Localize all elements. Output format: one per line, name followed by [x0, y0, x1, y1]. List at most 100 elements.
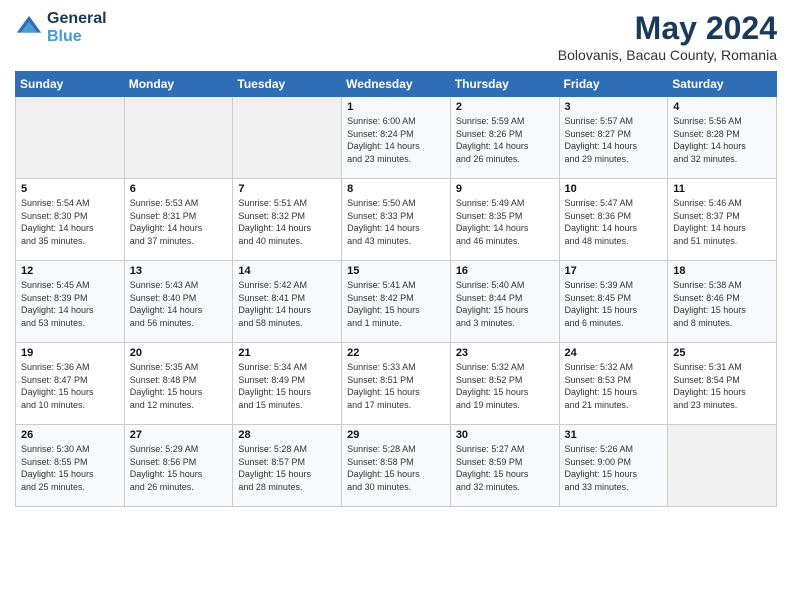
day-number: 28: [238, 429, 336, 441]
calendar-cell: 29Sunrise: 5:28 AM Sunset: 8:58 PM Dayli…: [342, 425, 451, 507]
main-title: May 2024: [558, 10, 777, 47]
cell-text: Sunrise: 5:28 AM Sunset: 8:57 PM Dayligh…: [238, 443, 336, 493]
day-number: 10: [565, 183, 663, 195]
cell-text: Sunrise: 5:56 AM Sunset: 8:28 PM Dayligh…: [673, 115, 771, 165]
cell-text: Sunrise: 5:32 AM Sunset: 8:53 PM Dayligh…: [565, 361, 663, 411]
cell-text: Sunrise: 5:42 AM Sunset: 8:41 PM Dayligh…: [238, 279, 336, 329]
cell-text: Sunrise: 5:51 AM Sunset: 8:32 PM Dayligh…: [238, 197, 336, 247]
calendar-cell: 26 Sunrise: 5:30 AM Sunset: 8:55 PM Dayli…: [16, 425, 125, 507]
cell-text: Sunrise: 5:31 AM Sunset: 8:54 PM Dayligh…: [673, 361, 771, 411]
cell-text: Sunrise: 5:59 AM Sunset: 8:26 PM Dayligh…: [456, 115, 554, 165]
calendar-cell: 7Sunrise: 5:51 AM Sunset: 8:32 PM Daylig…: [233, 179, 342, 261]
calendar-cell: 27 Sunrise: 5:29 AM Sunset: 8:56 PM Dayli…: [124, 425, 233, 507]
day-number: 22: [347, 347, 445, 359]
calendar-cell: 17 Sunrise: 5:39 AM Sunset: 8:45 PM Dayli…: [559, 261, 668, 343]
logo-icon: [15, 14, 43, 42]
day-number: 31: [565, 429, 663, 441]
calendar-cell: 25 Sunrise: 5:31 AM Sunset: 8:54 PM Dayli…: [668, 343, 777, 425]
day-number: 13: [130, 265, 228, 277]
header: General Blue May 2024 Bolovanis, Bacau C…: [15, 10, 777, 63]
day-number: 30: [456, 429, 554, 441]
calendar-week-5: 26 Sunrise: 5:30 AM Sunset: 8:55 PM Dayli…: [16, 425, 777, 507]
cell-text: Sunrise: 5:57 AM Sunset: 8:27 PM Dayligh…: [565, 115, 663, 165]
calendar-cell: 23 Sunrise: 5:32 AM Sunset: 8:52 PM Dayli…: [450, 343, 559, 425]
cell-text: Sunrise: 5:33 AM Sunset: 8:51 PM Dayligh…: [347, 361, 445, 411]
day-header-friday: Friday: [559, 72, 668, 97]
day-number: 24: [565, 347, 663, 359]
calendar-cell: [16, 97, 125, 179]
cell-text: Sunrise: 5:45 AM Sunset: 8:39 PM Dayligh…: [21, 279, 119, 329]
calendar: SundayMondayTuesdayWednesdayThursdayFrid…: [15, 71, 777, 507]
cell-text: Sunrise: 5:34 AM Sunset: 8:49 PM Dayligh…: [238, 361, 336, 411]
day-number: 9: [456, 183, 554, 195]
day-header-sunday: Sunday: [16, 72, 125, 97]
calendar-cell: 31 Sunrise: 5:26 AM Sunset: 9:00 PM Dayli…: [559, 425, 668, 507]
cell-text: Sunrise: 5:29 AM Sunset: 8:56 PM Dayligh…: [130, 443, 228, 493]
calendar-cell: 15 Sunrise: 5:41 AM Sunset: 8:42 PM Dayli…: [342, 261, 451, 343]
day-number: 16: [456, 265, 554, 277]
calendar-cell: 9 Sunrise: 5:49 AM Sunset: 8:35 PM Daylig…: [450, 179, 559, 261]
day-number: 26: [21, 429, 119, 441]
calendar-week-3: 12Sunrise: 5:45 AM Sunset: 8:39 PM Dayli…: [16, 261, 777, 343]
subtitle: Bolovanis, Bacau County, Romania: [558, 47, 777, 63]
calendar-week-2: 5 Sunrise: 5:54 AM Sunset: 8:30 PM Daylig…: [16, 179, 777, 261]
calendar-cell: [668, 425, 777, 507]
cell-text: Sunrise: 5:41 AM Sunset: 8:42 PM Dayligh…: [347, 279, 445, 329]
day-number: 11: [673, 183, 771, 195]
calendar-cell: 22 Sunrise: 5:33 AM Sunset: 8:51 PM Dayli…: [342, 343, 451, 425]
day-number: 23: [456, 347, 554, 359]
day-number: 14: [238, 265, 336, 277]
title-block: May 2024 Bolovanis, Bacau County, Romani…: [558, 10, 777, 63]
cell-text: Sunrise: 6:00 AM Sunset: 8:24 PM Dayligh…: [347, 115, 445, 165]
day-number: 19: [21, 347, 119, 359]
day-number: 20: [130, 347, 228, 359]
day-number: 6: [130, 183, 228, 195]
calendar-cell: 21 Sunrise: 5:34 AM Sunset: 8:49 PM Dayli…: [233, 343, 342, 425]
day-number: 18: [673, 265, 771, 277]
day-number: 27: [130, 429, 228, 441]
calendar-cell: 10 Sunrise: 5:47 AM Sunset: 8:36 PM Dayli…: [559, 179, 668, 261]
cell-text: Sunrise: 5:40 AM Sunset: 8:44 PM Dayligh…: [456, 279, 554, 329]
day-number: 5: [21, 183, 119, 195]
day-number: 4: [673, 101, 771, 113]
calendar-cell: 5 Sunrise: 5:54 AM Sunset: 8:30 PM Daylig…: [16, 179, 125, 261]
calendar-cell: [124, 97, 233, 179]
cell-text: Sunrise: 5:27 AM Sunset: 8:59 PM Dayligh…: [456, 443, 554, 493]
cell-text: Sunrise: 5:50 AM Sunset: 8:33 PM Dayligh…: [347, 197, 445, 247]
calendar-cell: 13 Sunrise: 5:43 AM Sunset: 8:40 PM Dayli…: [124, 261, 233, 343]
day-number: 8: [347, 183, 445, 195]
cell-text: Sunrise: 5:26 AM Sunset: 9:00 PM Dayligh…: [565, 443, 663, 493]
day-number: 25: [673, 347, 771, 359]
calendar-cell: [233, 97, 342, 179]
logo: General Blue: [15, 10, 107, 45]
calendar-cell: 3 Sunrise: 5:57 AM Sunset: 8:27 PM Daylig…: [559, 97, 668, 179]
cell-text: Sunrise: 5:39 AM Sunset: 8:45 PM Dayligh…: [565, 279, 663, 329]
cell-text: Sunrise: 5:43 AM Sunset: 8:40 PM Dayligh…: [130, 279, 228, 329]
cell-text: Sunrise: 5:54 AM Sunset: 8:30 PM Dayligh…: [21, 197, 119, 247]
day-header-tuesday: Tuesday: [233, 72, 342, 97]
day-number: 21: [238, 347, 336, 359]
calendar-week-1: 1 Sunrise: 6:00 AM Sunset: 8:24 PM Daylig…: [16, 97, 777, 179]
calendar-header-row: SundayMondayTuesdayWednesdayThursdayFrid…: [16, 72, 777, 97]
cell-text: Sunrise: 5:36 AM Sunset: 8:47 PM Dayligh…: [21, 361, 119, 411]
day-number: 15: [347, 265, 445, 277]
cell-text: Sunrise: 5:30 AM Sunset: 8:55 PM Dayligh…: [21, 443, 119, 493]
cell-text: Sunrise: 5:47 AM Sunset: 8:36 PM Dayligh…: [565, 197, 663, 247]
calendar-cell: 6 Sunrise: 5:53 AM Sunset: 8:31 PM Daylig…: [124, 179, 233, 261]
calendar-cell: 11 Sunrise: 5:46 AM Sunset: 8:37 PM Dayli…: [668, 179, 777, 261]
day-number: 17: [565, 265, 663, 277]
calendar-cell: 16 Sunrise: 5:40 AM Sunset: 8:44 PM Dayli…: [450, 261, 559, 343]
cell-text: Sunrise: 5:49 AM Sunset: 8:35 PM Dayligh…: [456, 197, 554, 247]
calendar-cell: 8 Sunrise: 5:50 AM Sunset: 8:33 PM Daylig…: [342, 179, 451, 261]
day-number: 1: [347, 101, 445, 113]
cell-text: Sunrise: 5:35 AM Sunset: 8:48 PM Dayligh…: [130, 361, 228, 411]
cell-text: Sunrise: 5:38 AM Sunset: 8:46 PM Dayligh…: [673, 279, 771, 329]
calendar-week-4: 19 Sunrise: 5:36 AM Sunset: 8:47 PM Dayli…: [16, 343, 777, 425]
cell-text: Sunrise: 5:28 AM Sunset: 8:58 PM Dayligh…: [347, 443, 445, 493]
day-number: 3: [565, 101, 663, 113]
cell-text: Sunrise: 5:46 AM Sunset: 8:37 PM Dayligh…: [673, 197, 771, 247]
calendar-cell: 1 Sunrise: 6:00 AM Sunset: 8:24 PM Daylig…: [342, 97, 451, 179]
calendar-cell: 18 Sunrise: 5:38 AM Sunset: 8:46 PM Dayli…: [668, 261, 777, 343]
cell-text: Sunrise: 5:32 AM Sunset: 8:52 PM Dayligh…: [456, 361, 554, 411]
cell-text: Sunrise: 5:53 AM Sunset: 8:31 PM Dayligh…: [130, 197, 228, 247]
